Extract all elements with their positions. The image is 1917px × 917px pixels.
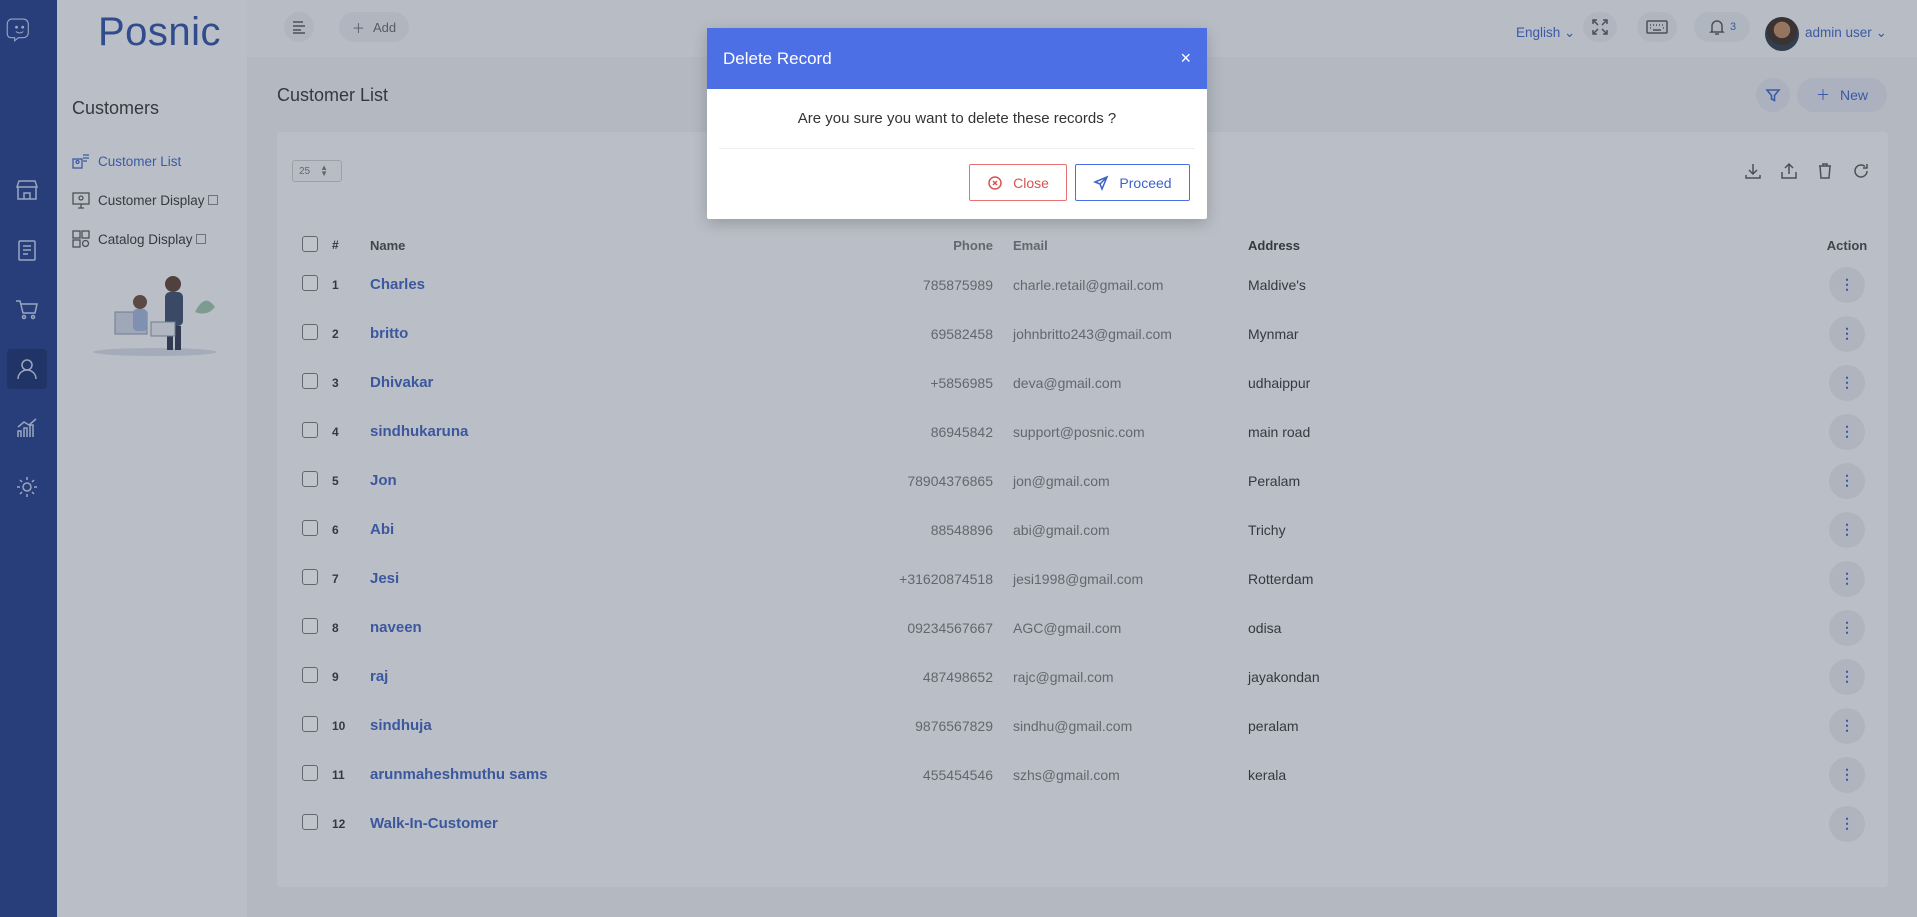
send-icon	[1093, 175, 1109, 191]
close-icon[interactable]: ×	[1180, 48, 1191, 69]
dialog-title: Delete Record	[723, 48, 832, 68]
proceed-button[interactable]: Proceed	[1075, 164, 1190, 201]
dialog-message: Are you sure you want to delete these re…	[719, 89, 1195, 149]
x-circle-icon	[988, 175, 1002, 190]
close-button-label: Close	[1013, 174, 1049, 191]
close-button[interactable]: Close	[969, 164, 1067, 201]
proceed-button-label: Proceed	[1119, 174, 1172, 191]
dialog-footer: Close Proceed	[969, 164, 1190, 201]
delete-record-dialog: Delete Record × Are you sure you want to…	[707, 28, 1207, 219]
dialog-header: Delete Record ×	[707, 28, 1207, 89]
